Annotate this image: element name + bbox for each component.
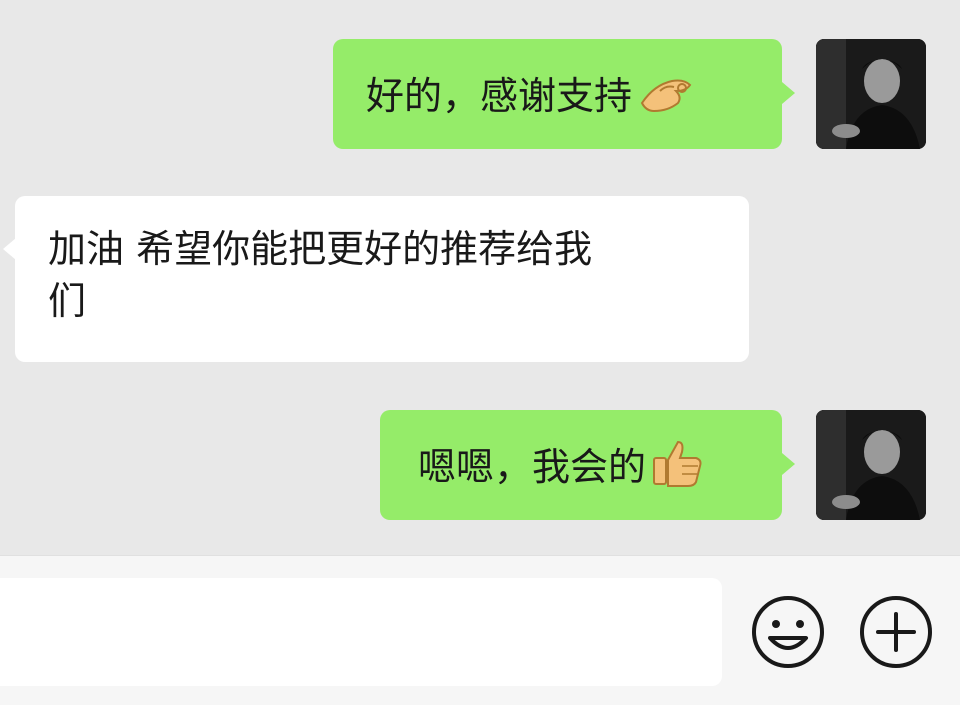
message-text: 们 <box>48 279 87 323</box>
thumbs-up-icon <box>652 438 704 501</box>
avatar[interactable] <box>816 39 926 149</box>
message-bubble-sent[interactable]: 好的，感谢支持 <box>333 39 782 149</box>
message-bubble-received[interactable]: 加油 希望你能把更好的推荐给我 们 <box>15 196 749 362</box>
emoji-button[interactable] <box>750 594 826 674</box>
input-bar <box>0 555 960 705</box>
add-button[interactable] <box>858 594 934 674</box>
ok-hand-icon <box>638 67 694 130</box>
bubble-tail <box>782 82 795 104</box>
message-input[interactable] <box>0 578 722 686</box>
chat-area: 好的，感谢支持 加油 希望你能把更好的推荐给我 们 嗯嗯，我会的 <box>0 0 960 555</box>
avatar[interactable] <box>816 410 926 520</box>
message-text: 好的，感谢支持 <box>366 74 633 118</box>
bubble-tail <box>782 453 795 475</box>
plus-icon <box>860 596 932 668</box>
message-text: 嗯嗯，我会的 <box>418 445 647 489</box>
message-text: 加油 希望你能把更好的推荐给我 <box>48 227 593 271</box>
message-bubble-sent[interactable]: 嗯嗯，我会的 <box>380 410 782 520</box>
smiley-icon <box>752 596 824 668</box>
